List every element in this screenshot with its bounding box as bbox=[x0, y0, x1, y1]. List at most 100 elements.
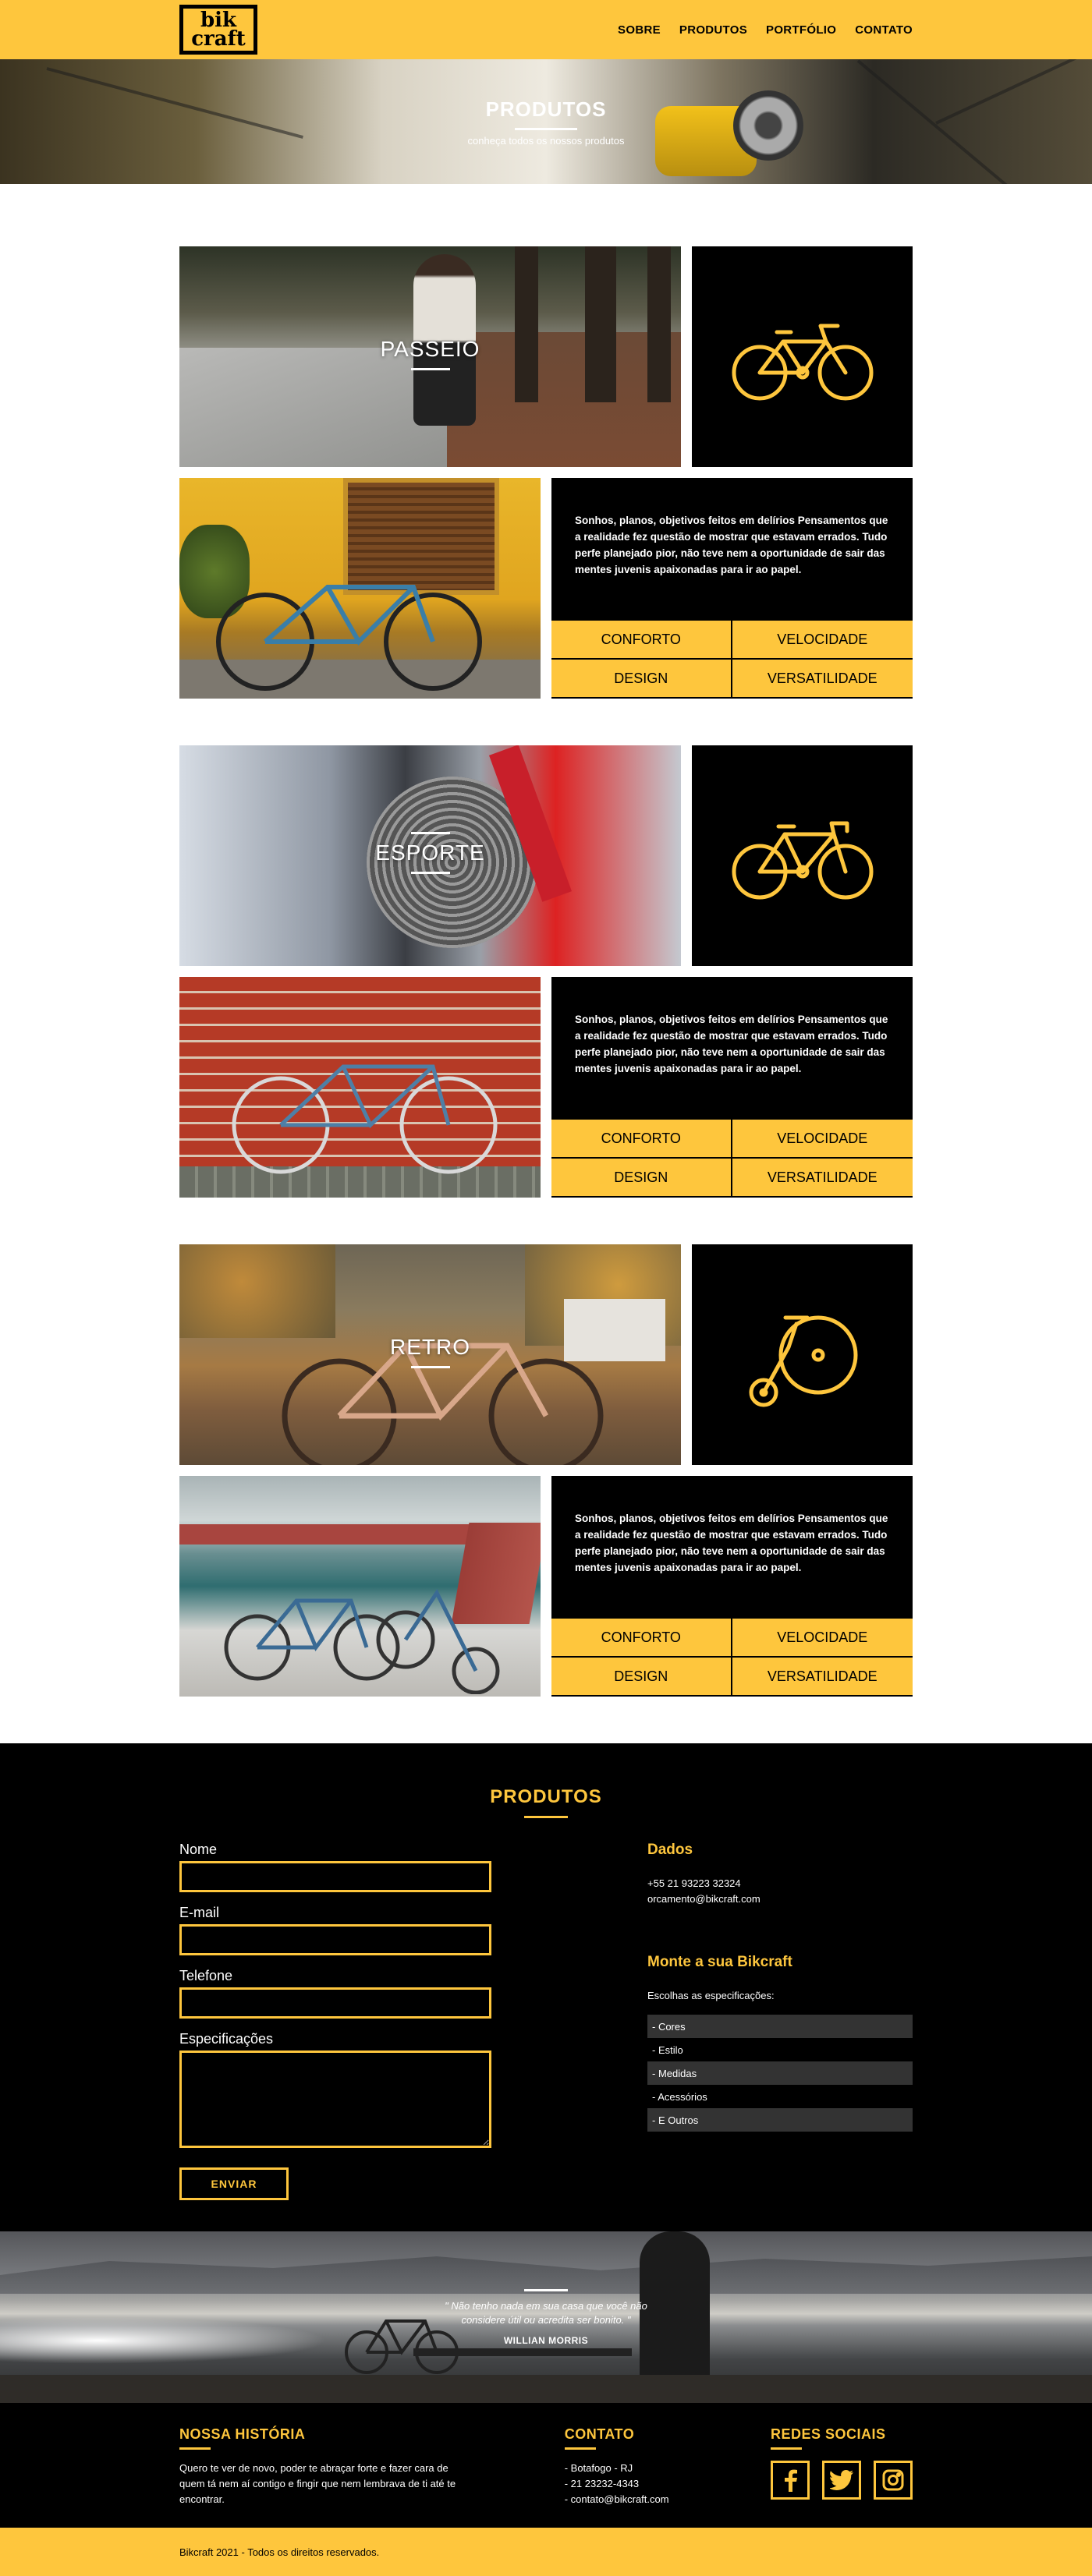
quote-text: " Não tenho nada em sua casa que você nã… bbox=[445, 2299, 647, 2326]
contact-email[interactable]: orcamento@bikcraft.com bbox=[647, 1891, 913, 1907]
feature-velocidade: VELOCIDADE bbox=[732, 621, 913, 660]
spec-item-cores: - Cores bbox=[647, 2015, 913, 2038]
form-title-underline bbox=[524, 1816, 568, 1818]
quote-line bbox=[524, 2288, 568, 2291]
product-name-underline bbox=[410, 368, 450, 370]
product-name: ESPORTE bbox=[375, 840, 485, 865]
product-info: Sonhos, planos, objetivos feitos em delí… bbox=[551, 478, 913, 699]
facebook-icon[interactable] bbox=[771, 2461, 810, 2500]
feature-versatilidade: VERSATILIDADE bbox=[732, 1658, 913, 1697]
specs-label: Especificações bbox=[179, 2031, 274, 2047]
feature-design: DESIGN bbox=[551, 1658, 732, 1697]
nav-contato[interactable]: CONTATO bbox=[855, 23, 913, 37]
spec-list: - Cores - Estilo - Medidas - Acessórios … bbox=[647, 2015, 913, 2132]
quote-banner: " Não tenho nada em sua casa que você nã… bbox=[0, 2231, 1092, 2403]
specs-textarea[interactable] bbox=[179, 2051, 491, 2148]
form-section-title: PRODUTOS bbox=[490, 1786, 602, 1807]
twitter-icon[interactable] bbox=[822, 2461, 861, 2500]
product-name: PASSEIO bbox=[380, 337, 480, 361]
contact-phone: +55 21 93223 32324 bbox=[647, 1877, 741, 1889]
product-photo-retro[interactable]: RETRO bbox=[179, 1244, 681, 1465]
product-passeio: PASSEIO Sonhos, planos, objetivos feitos… bbox=[179, 246, 913, 699]
product-detail-photo[interactable] bbox=[179, 1476, 541, 1697]
product-name: RETRO bbox=[390, 1335, 470, 1359]
build-heading: Monte a sua Bikcraft bbox=[647, 1954, 792, 1970]
main-nav: SOBRE PRODUTOS PORTFÓLIO CONTATO bbox=[618, 23, 913, 37]
product-description: Sonhos, planos, objetivos feitos em delí… bbox=[551, 977, 913, 1120]
page-subtitle: conheça todos os nossos produtos bbox=[467, 134, 625, 147]
product-photo-esporte[interactable]: ESPORTE bbox=[179, 745, 681, 966]
footer-history-text: Quero te ver de novo, poder te abraçar f… bbox=[179, 2462, 456, 2505]
footer-contact: CONTATO - Botafogo - RJ - 21 23232-4343 … bbox=[564, 2426, 720, 2507]
footer-history: NOSSA HISTÓRIA Quero te ver de novo, pod… bbox=[179, 2426, 459, 2507]
footer-contact-title: CONTATO bbox=[564, 2426, 635, 2442]
product-detail-photo[interactable] bbox=[179, 478, 541, 699]
feature-design: DESIGN bbox=[551, 660, 732, 699]
build-intro: Escolhas as especificações: bbox=[647, 1990, 775, 2001]
nav-portfolio[interactable]: PORTFÓLIO bbox=[766, 23, 836, 37]
spec-item-estilo: - Estilo bbox=[652, 2043, 683, 2056]
product-esporte: ESPORTE Sonhos, planos, objetivos feitos… bbox=[179, 745, 913, 1198]
penny-farthing-icon bbox=[749, 1315, 857, 1407]
spec-item-outros: - E Outros bbox=[647, 2108, 913, 2132]
feature-grid: CONFORTO VELOCIDADE DESIGN VERSATILIDADE bbox=[551, 621, 913, 699]
quote-author: WILLIAN MORRIS bbox=[503, 2334, 589, 2346]
products-section: PASSEIO Sonhos, planos, objetivos feitos… bbox=[0, 184, 1092, 1697]
site-header: bik craft SOBRE PRODUTOS PORTFÓLIO CONTA… bbox=[0, 0, 1092, 59]
footer-history-title: NOSSA HISTÓRIA bbox=[179, 2426, 306, 2442]
feature-grid: CONFORTO VELOCIDADE DESIGN VERSATILIDADE bbox=[551, 1120, 913, 1198]
send-button[interactable]: ENVIAR bbox=[179, 2167, 289, 2200]
footer-contact-email[interactable]: - contato@bikcraft.com bbox=[565, 2492, 720, 2507]
copyright-text: Bikcraft 2021 - Todos os direitos reserv… bbox=[179, 2546, 380, 2558]
feature-conforto: CONFORTO bbox=[551, 1619, 732, 1658]
feature-conforto: CONFORTO bbox=[551, 1120, 732, 1159]
bikcraft-logo[interactable]: bik craft bbox=[179, 5, 257, 55]
spec-item-medidas: - Medidas bbox=[647, 2061, 913, 2085]
name-label: Nome bbox=[179, 1842, 218, 1857]
product-name-underline bbox=[410, 871, 450, 874]
road-bike-icon bbox=[732, 821, 873, 899]
product-retro: RETRO Sonhos, planos, objetivos feitos e… bbox=[179, 1244, 913, 1697]
data-heading: Dados bbox=[647, 1842, 693, 1858]
feature-versatilidade: VERSATILIDADE bbox=[732, 660, 913, 699]
bicycle-icon bbox=[732, 324, 873, 400]
phone-field[interactable] bbox=[179, 1987, 491, 2019]
product-icon-box bbox=[692, 1244, 913, 1465]
feature-design: DESIGN bbox=[551, 1159, 732, 1198]
feature-conforto: CONFORTO bbox=[551, 621, 732, 660]
nav-produtos[interactable]: PRODUTOS bbox=[679, 23, 747, 37]
product-icon-box bbox=[692, 246, 913, 467]
nav-sobre[interactable]: SOBRE bbox=[618, 23, 661, 37]
instagram-icon[interactable] bbox=[874, 2461, 913, 2500]
order-form: Nome E-mail Telefone Especificações ENVI… bbox=[179, 1842, 491, 2200]
product-description: Sonhos, planos, objetivos feitos em delí… bbox=[551, 478, 913, 621]
spec-item-acessorios: - Acessórios bbox=[652, 2090, 707, 2103]
footer-contact-address: - Botafogo - RJ bbox=[564, 2462, 633, 2474]
email-field[interactable] bbox=[179, 1924, 491, 1955]
product-info: Sonhos, planos, objetivos feitos em delí… bbox=[551, 1476, 913, 1697]
product-photo-passeio[interactable]: PASSEIO bbox=[179, 246, 681, 467]
footer-social: REDES SOCIAIS bbox=[771, 2426, 913, 2507]
name-field[interactable] bbox=[179, 1861, 491, 1892]
title-underline bbox=[515, 127, 577, 130]
feature-grid: CONFORTO VELOCIDADE DESIGN VERSATILIDADE bbox=[551, 1619, 913, 1697]
logo-line-2: craft bbox=[191, 27, 246, 51]
page-title: PRODUTOS bbox=[485, 97, 607, 121]
feature-velocidade: VELOCIDADE bbox=[732, 1619, 913, 1658]
footer-contact-phone: - 21 23232-4343 bbox=[564, 2478, 640, 2489]
hero-banner: PRODUTOS conheça todos os nossos produto… bbox=[0, 59, 1092, 184]
feature-versatilidade: VERSATILIDADE bbox=[732, 1159, 913, 1198]
product-icon-box bbox=[692, 745, 913, 966]
order-form-section: PRODUTOS Nome E-mail Telefone Especifica… bbox=[0, 1743, 1092, 2231]
product-info: Sonhos, planos, objetivos feitos em delí… bbox=[551, 977, 913, 1198]
product-description: Sonhos, planos, objetivos feitos em delí… bbox=[551, 1476, 913, 1619]
product-name-overline bbox=[410, 831, 450, 834]
footer-social-title: REDES SOCIAIS bbox=[771, 2426, 886, 2442]
copyright-bar: Bikcraft 2021 - Todos os direitos reserv… bbox=[0, 2528, 1092, 2576]
site-footer: NOSSA HISTÓRIA Quero te ver de novo, pod… bbox=[0, 2403, 1092, 2528]
contact-info-panel: Dados +55 21 93223 32324 orcamento@bikcr… bbox=[647, 1842, 913, 2200]
feature-velocidade: VELOCIDADE bbox=[732, 1120, 913, 1159]
phone-label: Telefone bbox=[179, 1968, 233, 1983]
email-label: E-mail bbox=[179, 1905, 220, 1920]
product-detail-photo[interactable] bbox=[179, 977, 541, 1198]
